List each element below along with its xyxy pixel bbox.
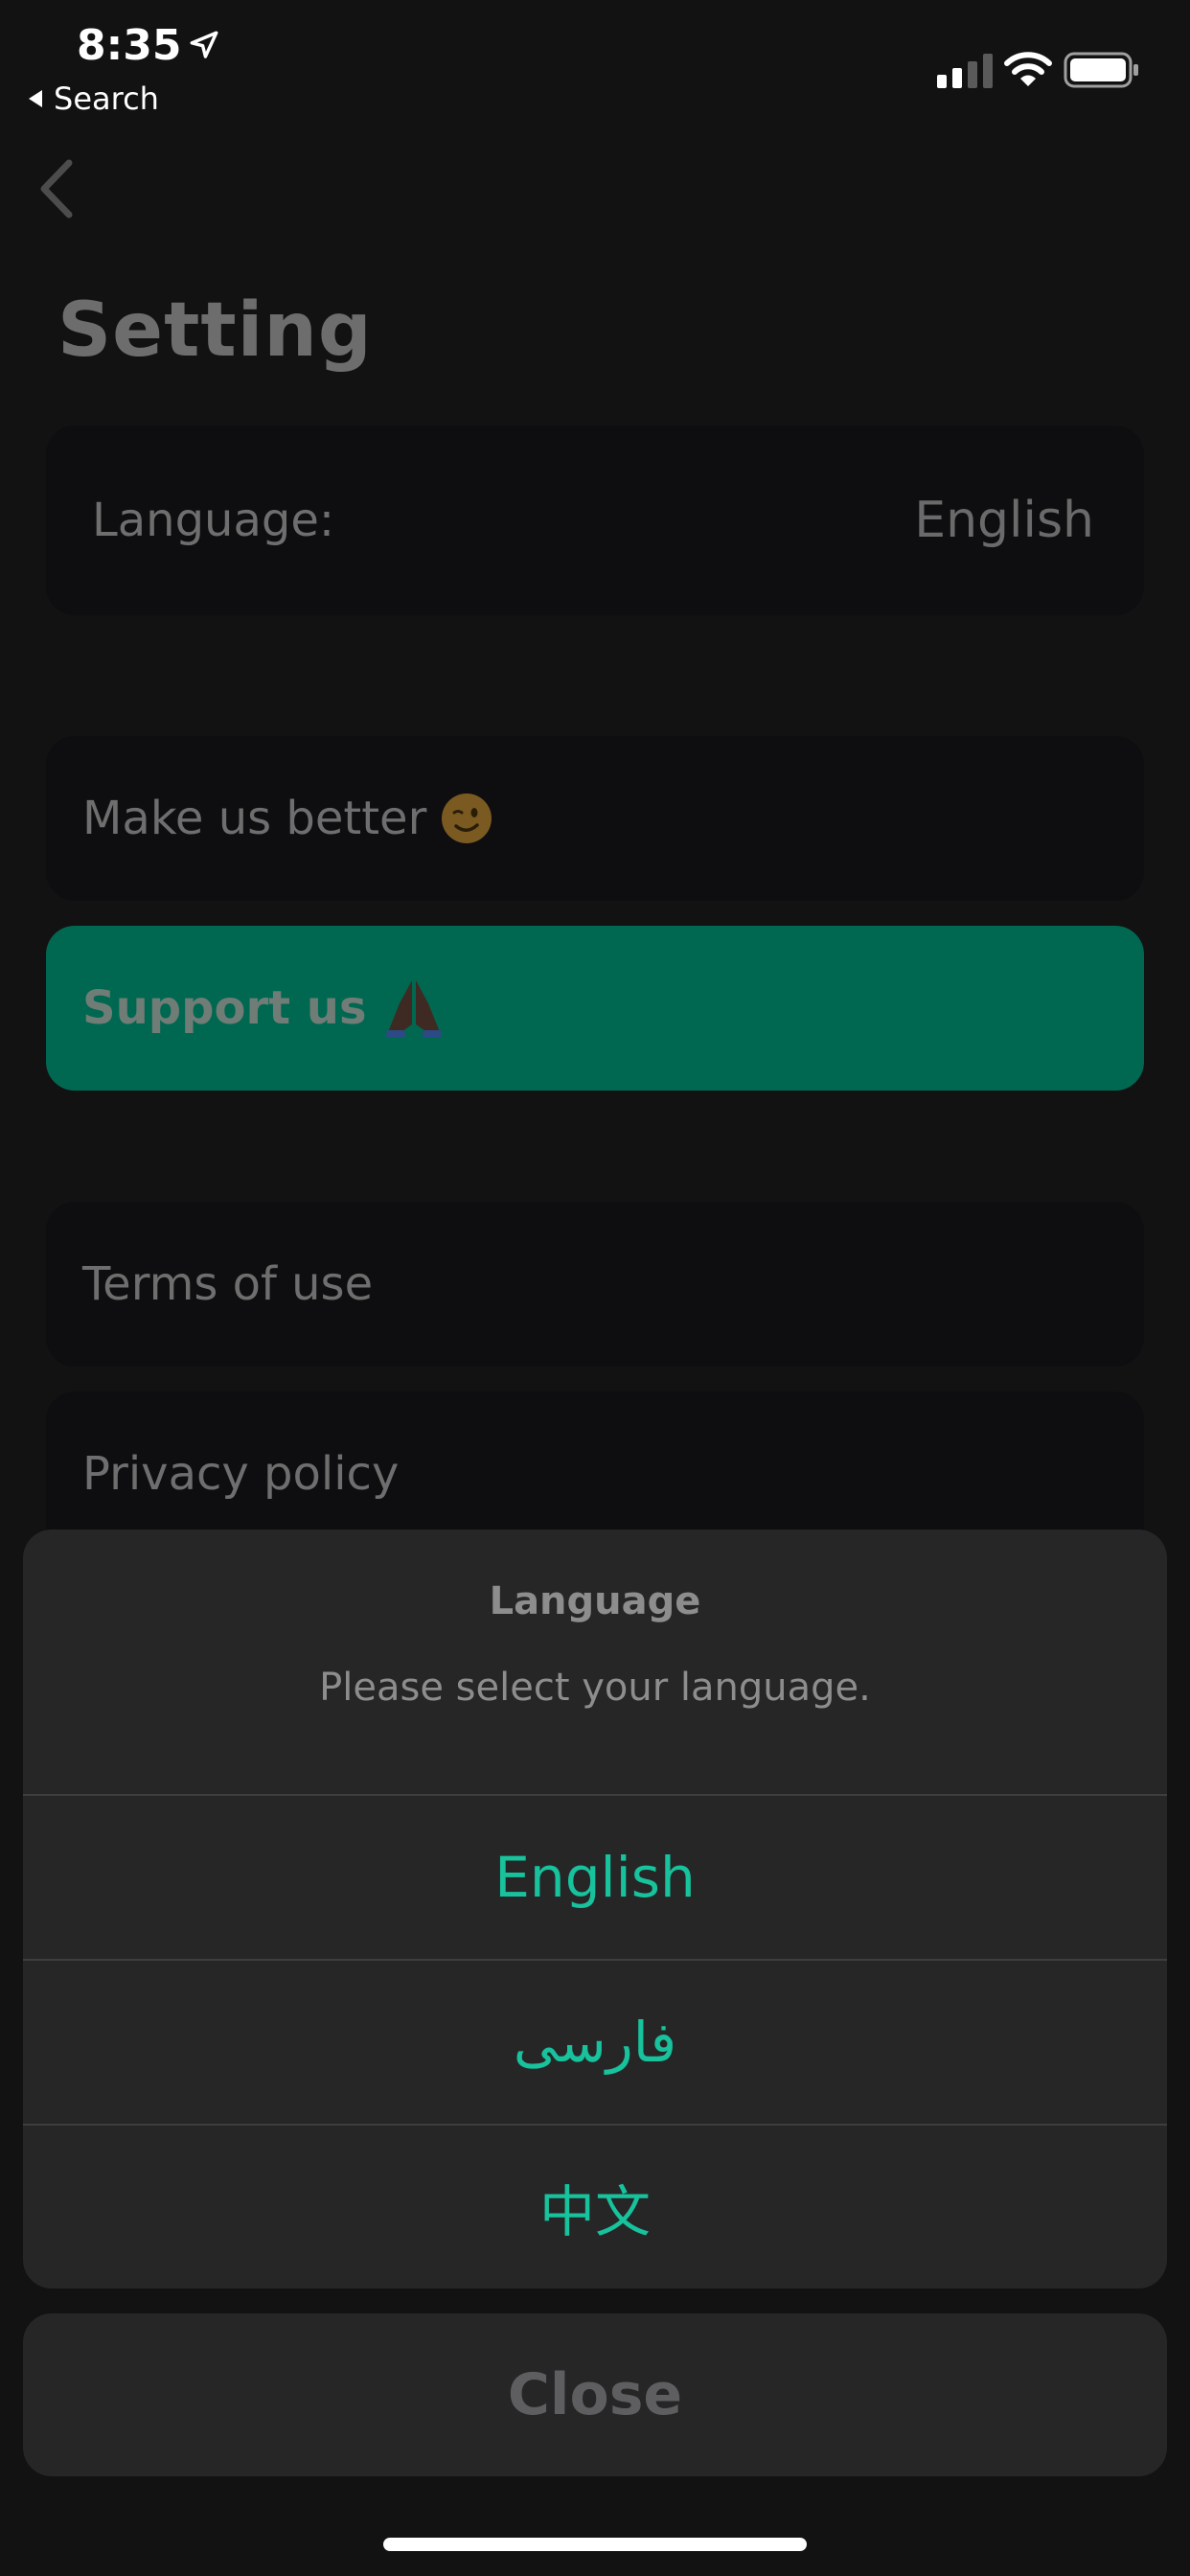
language-option-english[interactable]: English — [23, 1794, 1167, 1959]
language-action-sheet: Language Please select your language. En… — [23, 1530, 1167, 2288]
language-row-value: English — [914, 492, 1094, 549]
language-row-label: Language: — [92, 494, 335, 547]
winking-face-icon — [442, 794, 492, 843]
location-arrow-icon — [190, 31, 218, 58]
make-us-better-label: Make us better — [82, 792, 427, 845]
language-row[interactable]: Language: English — [46, 426, 1144, 615]
make-us-better-row[interactable]: Make us better — [46, 736, 1144, 901]
terms-of-use-row[interactable]: Terms of use — [46, 1202, 1144, 1367]
chevron-left-icon[interactable] — [34, 157, 77, 220]
page-title: Setting — [57, 288, 373, 374]
home-indicator[interactable] — [383, 2538, 807, 2551]
back-to-app-link[interactable]: Search — [29, 80, 159, 117]
back-triangle-icon — [29, 90, 42, 107]
folded-hands-icon — [385, 980, 442, 1038]
status-time: 8:35 — [77, 21, 182, 70]
battery-icon — [1064, 52, 1138, 88]
cellular-signal-icon — [937, 54, 993, 88]
privacy-policy-label: Privacy policy — [82, 1447, 400, 1501]
back-app-label: Search — [54, 80, 159, 117]
terms-of-use-label: Terms of use — [82, 1257, 374, 1311]
close-button[interactable]: Close — [23, 2313, 1167, 2476]
wifi-icon — [1004, 52, 1052, 86]
support-us-label: Support us — [82, 981, 367, 1035]
sheet-title: Language — [489, 1579, 701, 1623]
language-option-farsi[interactable]: فارسی — [23, 1959, 1167, 2124]
language-option-chinese[interactable]: 中文 — [23, 2124, 1167, 2288]
support-us-button[interactable]: Support us — [46, 926, 1144, 1091]
sheet-message: Please select your language. — [319, 1666, 871, 1710]
